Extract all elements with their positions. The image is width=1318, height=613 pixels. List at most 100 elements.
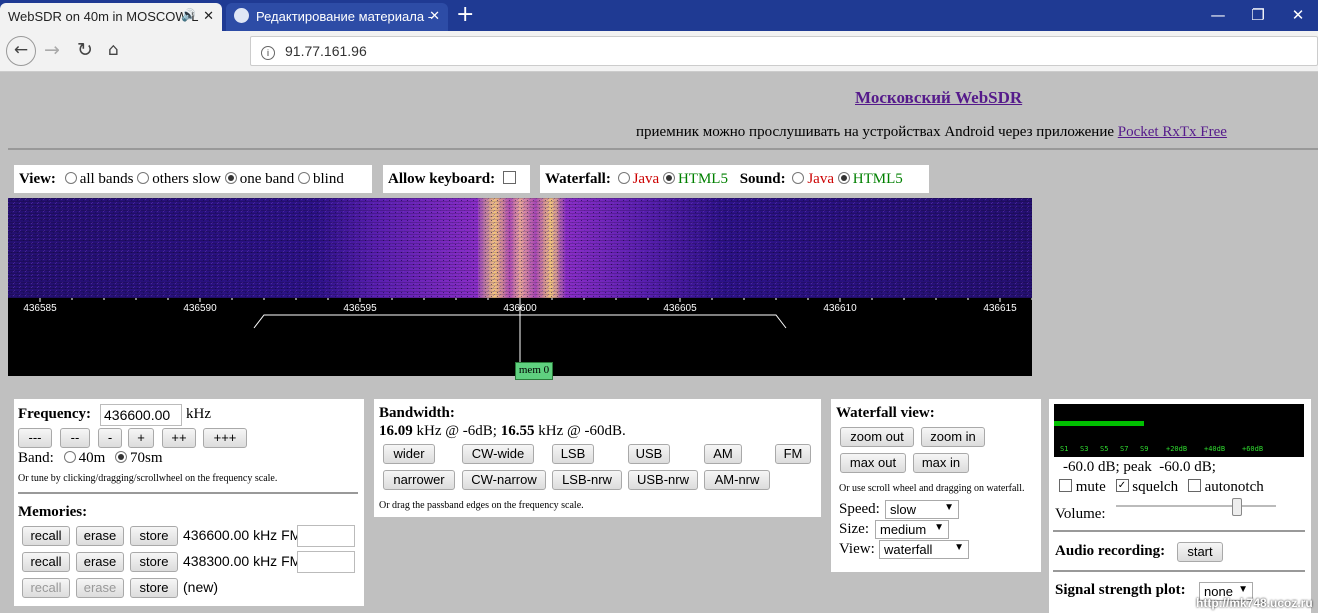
recall-button[interactable]: recall [22,578,70,598]
step-up-2-button[interactable]: ++ [162,428,196,448]
radio-label: HTML5 [677,171,728,187]
pocket-rxtx-link[interactable]: Pocket RxTx Free [1118,124,1227,140]
s-meter-tick-label: S9 [1140,445,1149,453]
back-icon[interactable]: ← [6,36,36,66]
minimize-icon[interactable]: — [1198,0,1238,31]
address-bar[interactable]: i 91.77.161.96 [250,36,1318,66]
header-divider [8,148,1318,150]
max-in-button[interactable]: max in [913,453,969,473]
audio-recording-label: Audio recording: [1055,543,1166,559]
cw-wide-button[interactable]: CW-wide [462,444,534,464]
new-tab-icon[interactable]: + [456,2,474,27]
step-down-1-button[interactable]: - [98,428,122,448]
sound-html5-radio[interactable] [837,171,850,184]
start-recording-button[interactable]: start [1177,542,1223,562]
dropdown-arrow-icon: ▼ [934,522,944,533]
scale-tick-label: 436585 [23,303,57,314]
close-window-icon[interactable]: ✕ [1278,0,1318,31]
view-label: View: [19,171,56,187]
step-down-3-button[interactable]: --- [18,428,52,448]
size-select[interactable]: medium ▼ [875,520,949,539]
waterfall-java-radio[interactable] [617,171,630,184]
maximize-icon[interactable]: ❐ [1238,0,1278,31]
lsb-nrw-button[interactable]: LSB-nrw [552,470,622,490]
am-nrw-button[interactable]: AM-nrw [704,470,770,490]
reload-icon[interactable]: ↻ [77,39,93,61]
home-icon[interactable]: ⌂ [108,40,119,60]
autonotch-checkbox[interactable] [1187,479,1201,493]
volume-slider[interactable] [1116,498,1276,516]
squelch-checkbox[interactable]: ✓ [1115,479,1129,493]
signal-level-bar [1054,421,1144,426]
radio-all-bands[interactable] [64,171,77,184]
s-meter-scale: S1 S3 S5 S7 S9 +20dB +40dB +60dB [1054,445,1304,455]
scale-tick-label: 436615 [983,303,1017,314]
band-row: Band: 40m 70sm [18,450,163,467]
memory-marker[interactable]: mem 0 [515,362,553,380]
step-down-2-button[interactable]: -- [60,428,90,448]
tab-title: Редактирование материала - [256,9,433,24]
recall-button[interactable]: recall [22,552,70,572]
memory-name-input[interactable] [297,551,355,573]
s-meter-tick-label: S5 [1100,445,1109,453]
frequency-scale[interactable]: 436585 436590 436595 436600 436605 436610 4366… [8,298,1033,380]
wider-button[interactable]: wider [383,444,435,464]
radio-label: all bands [79,171,134,187]
lsb-button[interactable]: LSB [552,444,594,464]
mute-checkbox[interactable] [1059,479,1072,493]
memory-name-input[interactable] [297,525,355,547]
waterfall-canvas[interactable] [8,198,1032,298]
waterfall-display[interactable] [8,198,1032,298]
title-link[interactable]: Московский WebSDR [855,88,1022,107]
narrower-button[interactable]: narrower [383,470,455,490]
fm-button[interactable]: FM [775,444,811,464]
erase-button[interactable]: erase [76,552,124,572]
checkbox-label: squelch [1132,479,1179,495]
waterfall-html5-radio[interactable] [662,171,675,184]
zoom-in-button[interactable]: zoom in [921,427,985,447]
sound-mode-label: Sound: [739,171,786,187]
store-button[interactable]: store [130,578,178,598]
scale-tick-label: 436605 [663,303,697,314]
max-out-button[interactable]: max out [840,453,906,473]
recall-button[interactable]: recall [22,526,70,546]
keyboard-box: Allow keyboard: [383,165,530,193]
am-button[interactable]: AM [704,444,742,464]
close-tab-icon[interactable]: ✕ [203,8,214,24]
store-button[interactable]: store [130,552,178,572]
cw-narrow-button[interactable]: CW-narrow [462,470,546,490]
keyboard-checkbox[interactable] [502,171,516,185]
radio-one-band[interactable] [224,171,237,184]
forward-icon[interactable]: → [44,39,60,61]
close-tab-icon[interactable]: ✕ [429,8,440,24]
view-mode-select[interactable]: waterfall ▼ [879,540,969,559]
erase-button[interactable]: erase [76,526,124,546]
url-text: 91.77.161.96 [285,43,367,59]
android-note-text: приемник можно прослушивать на устройств… [636,124,1115,140]
radio-blind[interactable] [298,171,311,184]
radio-others-slow[interactable] [137,171,150,184]
store-button[interactable]: store [130,526,178,546]
step-up-1-button[interactable]: + [128,428,154,448]
radio-label: Java [807,171,834,187]
zoom-out-button[interactable]: zoom out [840,427,914,447]
panel-divider [1053,570,1305,572]
frequency-input[interactable]: 436600.00 [100,404,182,426]
bandwidth-text: kHz @ -6dB; [412,423,501,439]
erase-button[interactable]: erase [76,578,124,598]
usb-nrw-button[interactable]: USB-nrw [628,470,698,490]
step-up-3-button[interactable]: +++ [203,428,247,448]
s-meter-tick-label: +20dB [1166,445,1188,453]
volume-slider-thumb[interactable] [1232,498,1242,516]
tab-editor[interactable]: Редактирование материала - ✕ [226,3,448,31]
speed-select[interactable]: slow ▼ [885,500,959,519]
usb-button[interactable]: USB [628,444,670,464]
memory-entry: 436600.00 kHz FM [183,527,302,543]
band-70sm-radio[interactable] [115,450,128,463]
info-icon[interactable]: i [261,46,275,60]
sound-java-radio[interactable] [792,171,805,184]
tab-websdr[interactable]: WebSDR on 40m in MOSCOW L 🔊 ✕ [0,3,222,31]
page-title[interactable]: Московский WebSDR [855,88,1022,108]
band-40m-radio[interactable] [63,450,76,463]
dropdown-arrow-icon: ▼ [954,542,964,553]
